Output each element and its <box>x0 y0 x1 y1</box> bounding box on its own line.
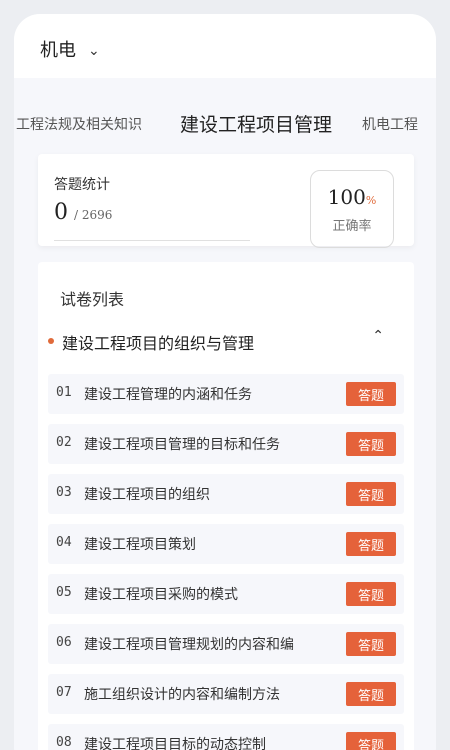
section-title: 建设工程项目的组织与管理 <box>62 334 255 353</box>
category-selector[interactable]: 机电 ⌄ <box>40 36 100 62</box>
list-item[interactable]: 04 建设工程项目策划 答题 <box>48 524 404 564</box>
answer-button[interactable]: 答题 <box>346 482 396 506</box>
list-item[interactable]: 07 施工组织设计的内容和编制方法 答题 <box>48 674 404 714</box>
answer-button[interactable]: 答题 <box>346 632 396 656</box>
item-title: 建设工程项目管理的目标和任务 <box>84 437 280 453</box>
paper-list-title: 试卷列表 <box>60 290 125 309</box>
item-title: 建设工程项目的组织 <box>84 487 210 503</box>
item-number: 03 <box>56 485 72 500</box>
category-label: 机电 <box>40 40 76 61</box>
item-number: 07 <box>56 685 72 700</box>
answered-count: 0 / 2696 <box>54 200 112 225</box>
answer-button[interactable]: 答题 <box>346 732 396 750</box>
answered-number: 0 <box>54 200 68 225</box>
section-dot-icon <box>48 338 54 344</box>
item-number: 02 <box>56 435 72 450</box>
paper-list-card: 试卷列表 建设工程项目的组织与管理 ⌃ 01 建设工程管理的内涵和任务 答题 0… <box>38 262 414 750</box>
accuracy-box: 100% 正确率 <box>310 170 394 248</box>
tab-law[interactable]: 工程法规及相关知识 <box>16 114 142 134</box>
answer-stats-card: 答题统计 0 / 2696 100% 正确率 <box>38 154 414 248</box>
accuracy-value: 100% <box>311 185 393 209</box>
accuracy-number: 100 <box>327 185 366 209</box>
item-title: 建设工程管理的内涵和任务 <box>84 387 252 403</box>
item-number: 05 <box>56 585 72 600</box>
item-number: 04 <box>56 535 72 550</box>
app-container: 机电 ⌄ 工程法规及相关知识 建设工程项目管理 机电工程 答题统计 0 / 26… <box>14 14 436 750</box>
item-title: 建设工程项目策划 <box>84 537 196 553</box>
answer-button[interactable]: 答题 <box>346 682 396 706</box>
top-bar: 机电 ⌄ <box>14 14 436 78</box>
item-number: 06 <box>56 635 72 650</box>
tab-mechanical[interactable]: 机电工程 <box>362 114 418 134</box>
app-screen: 机电 ⌄ 工程法规及相关知识 建设工程项目管理 机电工程 答题统计 0 / 26… <box>0 0 450 750</box>
section-header[interactable]: 建设工程项目的组织与管理 ⌃ <box>38 326 414 356</box>
accuracy-unit: % <box>365 194 377 207</box>
item-title: 建设工程项目管理规划的内容和编 <box>84 637 294 653</box>
accuracy-label: 正确率 <box>332 219 372 234</box>
chevron-down-icon: ⌄ <box>88 43 100 59</box>
item-number: 08 <box>56 735 72 750</box>
stats-title: 答题统计 <box>54 177 110 193</box>
chevron-up-icon[interactable]: ⌃ <box>372 328 384 344</box>
list-item[interactable]: 06 建设工程项目管理规划的内容和编 答题 <box>48 624 404 664</box>
total-number: / 2696 <box>74 208 113 222</box>
subject-tabs: 工程法规及相关知识 建设工程项目管理 机电工程 <box>14 78 436 148</box>
answer-button[interactable]: 答题 <box>346 532 396 556</box>
answer-button[interactable]: 答题 <box>346 432 396 456</box>
item-number: 01 <box>56 385 72 400</box>
list-item[interactable]: 02 建设工程项目管理的目标和任务 答题 <box>48 424 404 464</box>
tab-project-management[interactable]: 建设工程项目管理 <box>180 110 332 137</box>
list-item[interactable]: 03 建设工程项目的组织 答题 <box>48 474 404 514</box>
answer-button[interactable]: 答题 <box>346 382 396 406</box>
divider <box>54 240 250 241</box>
item-title: 施工组织设计的内容和编制方法 <box>84 687 280 703</box>
item-title: 建设工程项目采购的模式 <box>84 587 238 603</box>
list-item[interactable]: 01 建设工程管理的内涵和任务 答题 <box>48 374 404 414</box>
answer-button[interactable]: 答题 <box>346 582 396 606</box>
list-item[interactable]: 08 建设工程项目目标的动态控制 答题 <box>48 724 404 750</box>
list-item[interactable]: 05 建设工程项目采购的模式 答题 <box>48 574 404 614</box>
item-title: 建设工程项目目标的动态控制 <box>84 737 266 750</box>
